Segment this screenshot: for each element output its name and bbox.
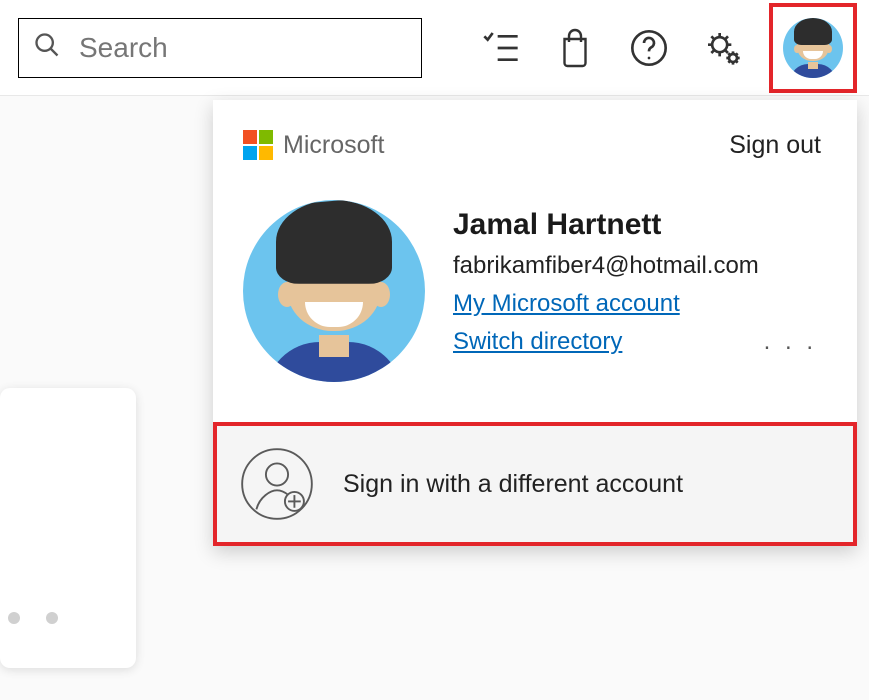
pager-dots: [8, 612, 58, 624]
account-info: Jamal Hartnett fabrikamfiber4@hotmail.co…: [453, 200, 821, 356]
user-email: fabrikamfiber4@hotmail.com: [453, 252, 821, 280]
avatar-icon: [783, 18, 843, 78]
add-user-icon: [239, 446, 315, 522]
microsoft-brand: Microsoft: [243, 130, 384, 160]
dropdown-body: Jamal Hartnett fabrikamfiber4@hotmail.co…: [213, 160, 857, 422]
search-input[interactable]: [79, 32, 421, 64]
toolbar-icons: [479, 3, 857, 93]
top-bar: [0, 0, 869, 96]
profile-avatar-button[interactable]: [769, 3, 857, 93]
worklist-icon[interactable]: [479, 26, 523, 70]
account-dropdown: Microsoft Sign out Jamal Hartnett fabrik…: [213, 100, 857, 546]
user-name: Jamal Hartnett: [453, 208, 821, 242]
avatar-large: [243, 200, 425, 382]
more-options-button[interactable]: . . .: [764, 328, 821, 356]
signin-different-account-button[interactable]: Sign in with a different account: [213, 422, 857, 546]
settings-icon[interactable]: [701, 26, 745, 70]
microsoft-logo-icon: [243, 130, 273, 160]
dropdown-header: Microsoft Sign out: [213, 100, 857, 160]
brand-label: Microsoft: [283, 131, 384, 160]
my-account-link[interactable]: My Microsoft account: [453, 290, 680, 318]
marketplace-icon[interactable]: [553, 26, 597, 70]
search-icon: [33, 31, 61, 64]
help-icon[interactable]: [627, 26, 671, 70]
background-card: [0, 388, 136, 668]
signout-link[interactable]: Sign out: [729, 131, 821, 160]
search-box[interactable]: [18, 18, 422, 78]
switch-directory-link[interactable]: Switch directory: [453, 328, 622, 356]
signin-different-label: Sign in with a different account: [343, 470, 683, 499]
